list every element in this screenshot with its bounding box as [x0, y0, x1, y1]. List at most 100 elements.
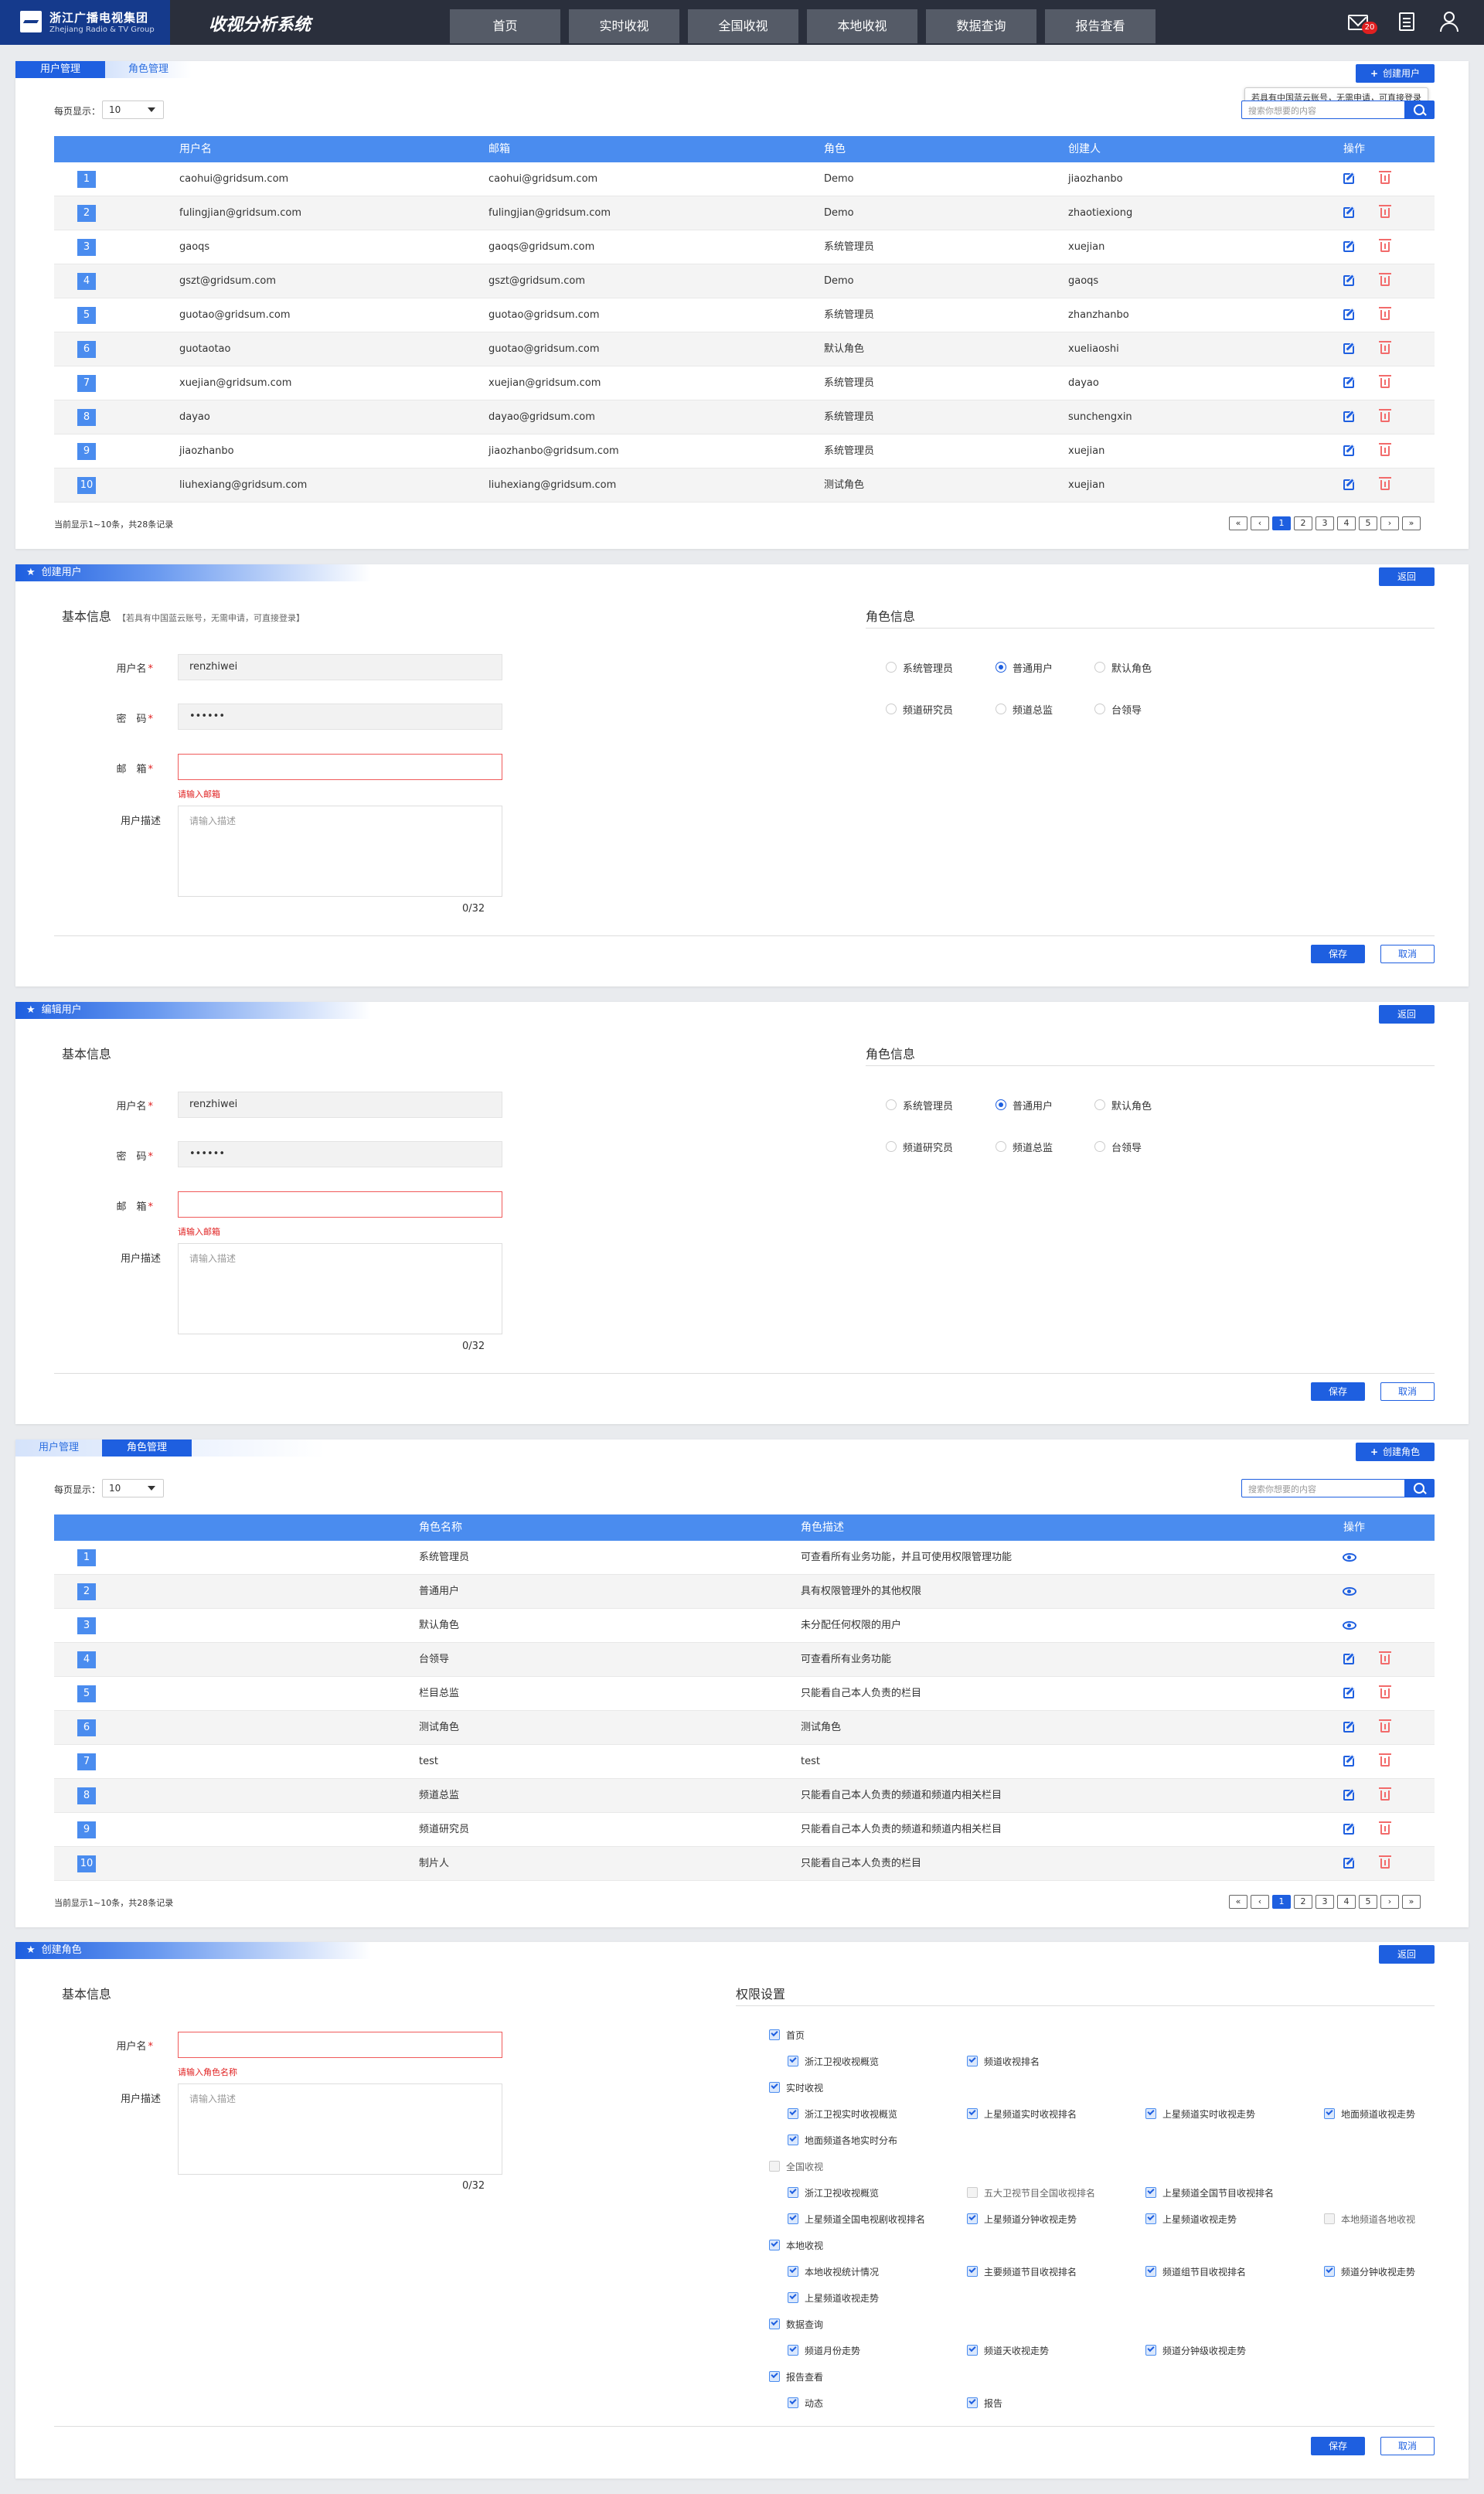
nav-realtime[interactable]: 实时收视 [569, 9, 679, 43]
perm-item[interactable]: 上星频道实时收视走势 [1145, 2107, 1255, 2121]
perm-item[interactable]: 频道分钟收视走势 [1324, 2265, 1415, 2278]
perm-item[interactable]: 浙江卫视收视概览 [788, 2055, 879, 2068]
perm-item[interactable]: 频道分钟级收视走势 [1145, 2344, 1246, 2357]
save-button[interactable]: 保存 [1311, 945, 1365, 963]
page-3[interactable]: 3 [1316, 1895, 1334, 1909]
perm-item[interactable]: 本地收视统计情况 [788, 2265, 879, 2278]
view-icon[interactable] [1343, 1621, 1356, 1630]
password-input[interactable]: •••••• [178, 1141, 502, 1167]
cancel-button[interactable]: 取消 [1380, 1382, 1435, 1401]
page-first[interactable]: « [1229, 1895, 1247, 1909]
delete-icon[interactable] [1379, 443, 1391, 456]
page-5[interactable]: 5 [1359, 516, 1377, 530]
delete-icon[interactable] [1379, 375, 1391, 388]
delete-icon[interactable] [1379, 1855, 1391, 1869]
role-radio-admin[interactable]: 系统管理员 [886, 660, 953, 675]
cancel-button[interactable]: 取消 [1380, 2437, 1435, 2455]
edit-icon[interactable] [1343, 1790, 1354, 1801]
page-prev[interactable]: ‹ [1251, 1895, 1269, 1909]
perm-item[interactable]: 地面频道各地实时分布 [788, 2134, 897, 2147]
cancel-button[interactable]: 取消 [1380, 945, 1435, 963]
nav-data-query[interactable]: 数据查询 [926, 9, 1036, 43]
page-3[interactable]: 3 [1316, 516, 1334, 530]
edit-icon[interactable] [1343, 377, 1354, 388]
view-icon[interactable] [1343, 1553, 1356, 1562]
create-user-button[interactable]: + 创建用户 [1356, 64, 1435, 83]
perm-item[interactable]: 频道月份走势 [788, 2344, 860, 2357]
page-first[interactable]: « [1229, 516, 1247, 530]
username-input[interactable]: renzhiwei [178, 1092, 502, 1118]
edit-icon[interactable] [1343, 343, 1354, 354]
delete-icon[interactable] [1379, 1685, 1391, 1698]
perm-item[interactable]: 地面频道收视走势 [1324, 2107, 1415, 2121]
perm-item[interactable]: 浙江卫视收视概览 [788, 2186, 879, 2199]
username-input[interactable]: renzhiwei [178, 654, 502, 680]
role-radio-director[interactable]: 频道总监 [996, 1140, 1053, 1154]
nav-national[interactable]: 全国收视 [688, 9, 798, 43]
perm-item[interactable]: 上星频道收视走势 [788, 2291, 879, 2305]
search-input[interactable]: 搜索你想要的内容 [1248, 104, 1316, 117]
email-input[interactable] [178, 754, 502, 780]
role-radio-normal[interactable]: 普通用户 [996, 660, 1053, 675]
user-icon[interactable] [1439, 12, 1458, 32]
page-2[interactable]: 2 [1294, 516, 1312, 530]
edit-icon[interactable] [1343, 479, 1354, 490]
perm-item[interactable]: 上星频道收视走势 [1145, 2213, 1237, 2226]
page-1[interactable]: 1 [1272, 516, 1291, 530]
perm-group-data-query[interactable]: 数据查询 [769, 2318, 823, 2331]
perm-group-local[interactable]: 本地收视 [769, 2239, 823, 2252]
perm-item[interactable]: 上星频道全国节目收视排名 [1145, 2186, 1274, 2199]
perm-item[interactable]: 频道收视排名 [967, 2055, 1040, 2068]
view-icon[interactable] [1343, 1587, 1356, 1596]
description-textarea[interactable]: 请输入描述 [178, 1243, 502, 1334]
edit-icon[interactable] [1343, 1824, 1354, 1835]
page-last[interactable]: » [1402, 1895, 1421, 1909]
page-5[interactable]: 5 [1359, 1895, 1377, 1909]
save-button[interactable]: 保存 [1311, 2437, 1365, 2455]
delete-icon[interactable] [1379, 171, 1391, 184]
nav-home[interactable]: 首页 [450, 9, 560, 43]
perm-item[interactable]: 频道天收视走势 [967, 2344, 1049, 2357]
delete-icon[interactable] [1379, 1821, 1391, 1835]
search-icon[interactable] [1404, 1480, 1434, 1497]
description-textarea[interactable]: 请输入描述 [178, 806, 502, 897]
edit-icon[interactable] [1343, 173, 1354, 184]
role-name-input[interactable] [178, 2032, 502, 2058]
delete-icon[interactable] [1379, 341, 1391, 354]
perm-group-national[interactable]: 全国收视 [769, 2160, 823, 2173]
perm-item[interactable]: 上星频道实时收视排名 [967, 2107, 1077, 2121]
create-role-button[interactable]: + 创建角色 [1356, 1443, 1435, 1461]
edit-icon[interactable] [1343, 445, 1354, 456]
per-page-select[interactable]: 10 [102, 101, 164, 119]
page-2[interactable]: 2 [1294, 1895, 1312, 1909]
tab-user-management[interactable]: 用户管理 [15, 61, 106, 78]
nav-local[interactable]: 本地收视 [807, 9, 917, 43]
perm-group-reports[interactable]: 报告查看 [769, 2370, 823, 2383]
back-button[interactable]: 返回 [1379, 1945, 1435, 1964]
role-radio-leader[interactable]: 台领导 [1094, 702, 1142, 717]
perm-item[interactable]: 动态 [788, 2397, 823, 2410]
edit-icon[interactable] [1343, 1858, 1354, 1869]
delete-icon[interactable] [1379, 273, 1391, 286]
perm-item[interactable]: 浙江卫视实时收视概览 [788, 2107, 897, 2121]
delete-icon[interactable] [1379, 1753, 1391, 1767]
role-radio-researcher[interactable]: 频道研究员 [886, 1140, 953, 1154]
description-textarea[interactable]: 请输入描述 [178, 2083, 502, 2175]
edit-icon[interactable] [1343, 1722, 1354, 1733]
perm-group-home[interactable]: 首页 [769, 2029, 805, 2042]
role-radio-director[interactable]: 频道总监 [996, 702, 1053, 717]
perm-item[interactable]: 主要频道节目收视排名 [967, 2265, 1077, 2278]
page-prev[interactable]: ‹ [1251, 516, 1269, 530]
role-radio-default[interactable]: 默认角色 [1094, 660, 1152, 675]
edit-icon[interactable] [1343, 241, 1354, 252]
tab-role-management[interactable]: 角色管理 [102, 1440, 192, 1457]
page-next[interactable]: › [1380, 516, 1399, 530]
save-button[interactable]: 保存 [1311, 1382, 1365, 1401]
delete-icon[interactable] [1379, 477, 1391, 490]
edit-icon[interactable] [1343, 207, 1354, 218]
role-radio-researcher[interactable]: 频道研究员 [886, 702, 953, 717]
delete-icon[interactable] [1379, 1719, 1391, 1733]
delete-icon[interactable] [1379, 409, 1391, 422]
page-4[interactable]: 4 [1337, 1895, 1356, 1909]
edit-icon[interactable] [1343, 1756, 1354, 1767]
